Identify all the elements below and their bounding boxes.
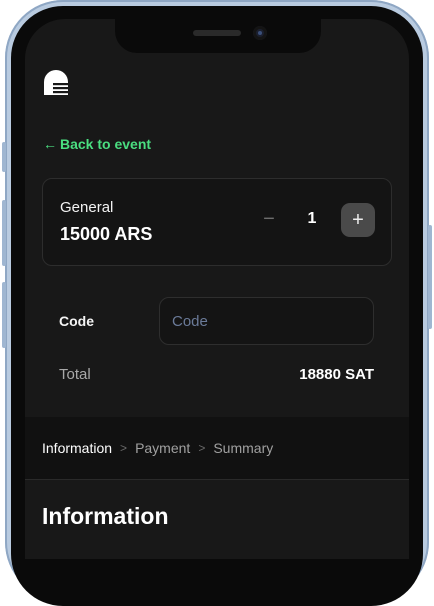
ticket-name: General — [60, 199, 114, 216]
breadcrumb: Information > Payment > Summary — [42, 440, 273, 456]
ticket-quantity: 1 — [307, 210, 317, 227]
camera-icon — [253, 26, 267, 40]
app-logo-icon[interactable] — [42, 69, 70, 96]
section-title: Information — [42, 503, 169, 529]
code-label: Code — [59, 313, 94, 329]
back-to-event-link[interactable]: ← Back to event — [43, 136, 151, 152]
increase-quantity-button[interactable]: + — [341, 203, 375, 237]
step-information[interactable]: Information — [42, 440, 112, 456]
ticket-price: 15000 ARS — [60, 224, 153, 244]
speaker — [193, 30, 241, 36]
volume-up-button — [2, 200, 6, 266]
total-label: Total — [59, 366, 91, 383]
chevron-right-icon: > — [120, 441, 128, 455]
app-screen: ← Back to event General 15000 ARS − 1 + … — [25, 19, 409, 559]
volume-down-button — [2, 282, 6, 348]
mute-switch — [2, 142, 6, 172]
chevron-right-icon: > — [198, 441, 206, 455]
back-link-label: Back to event — [60, 136, 152, 152]
code-input[interactable] — [159, 297, 374, 345]
arrow-left-icon: ← — [43, 136, 57, 152]
power-button — [428, 225, 432, 329]
ticket-card: General 15000 ARS − 1 + — [42, 178, 392, 266]
decrease-quantity-button[interactable]: − — [258, 208, 280, 230]
step-summary[interactable]: Summary — [213, 440, 273, 456]
checkout-steps-bar: Information > Payment > Summary — [25, 417, 409, 480]
notch — [115, 19, 321, 53]
plus-icon: + — [352, 208, 364, 231]
total-value: 18880 SAT — [299, 366, 374, 383]
minus-icon: − — [263, 207, 275, 230]
step-payment[interactable]: Payment — [135, 440, 190, 456]
